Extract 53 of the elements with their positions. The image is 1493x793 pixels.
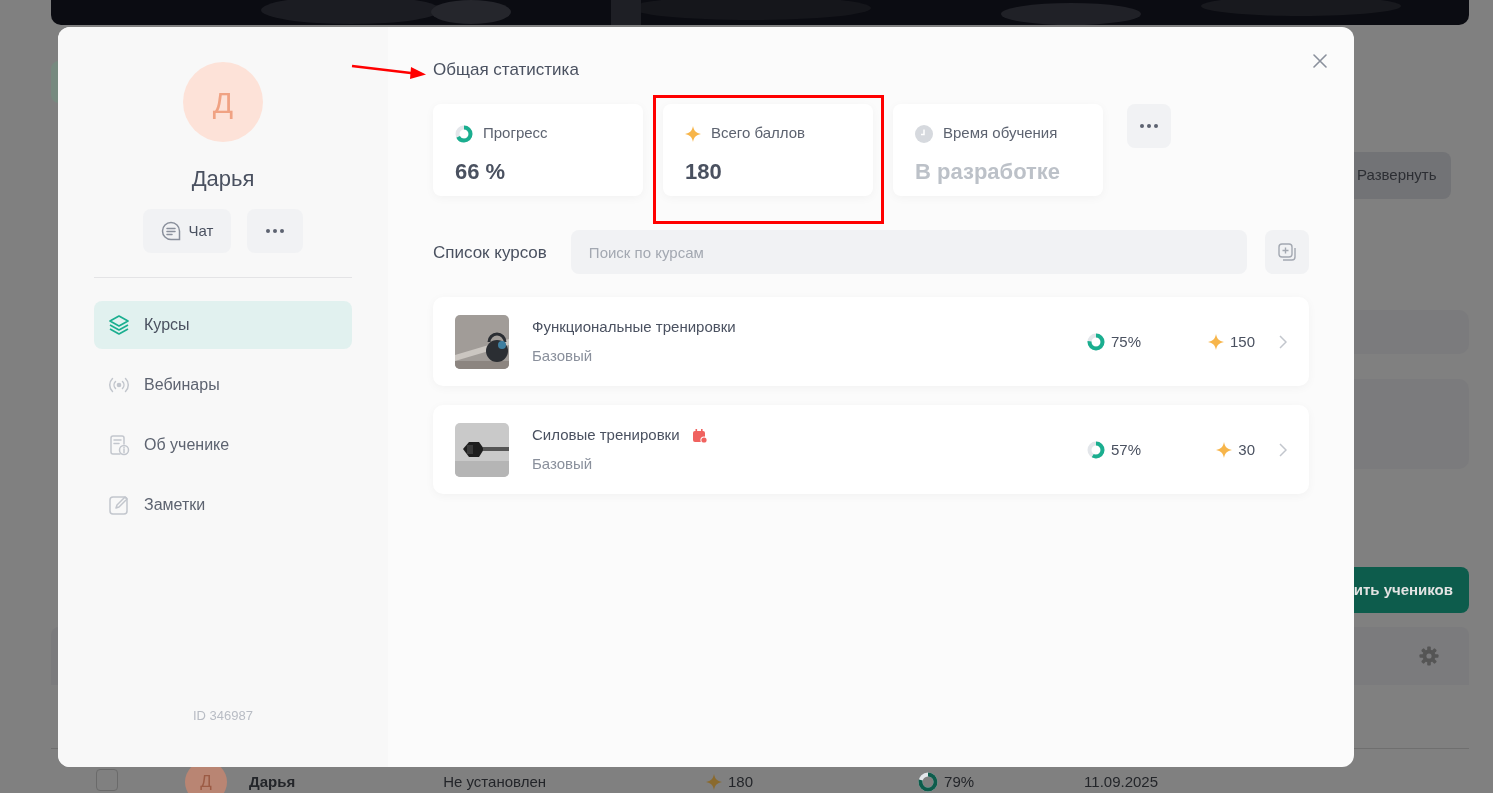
star-icon [1207,333,1224,350]
stat-label: Всего баллов [711,123,806,144]
sidebar-item[interactable]: Заметки [94,481,352,529]
document-info-icon [108,434,130,456]
status-text: Не установлен [443,772,547,792]
date-text: 11.09.2025 [1084,772,1159,792]
progress-value: 75% [1111,331,1142,352]
stat-label: Прогресс [483,123,548,144]
progress-value: 57% [1111,439,1142,460]
id-text: ID 346987 [193,706,253,725]
course-title: Силовые тренировки [532,425,680,446]
chat-button[interactable]: Чат [142,209,232,253]
star-icon [685,125,701,142]
sidebar-item[interactable]: Об ученике [94,421,352,469]
progress-ring [918,772,939,793]
star-icon [706,774,723,791]
stat-value: В разработке [915,157,1062,186]
stat-label: Время обучения [943,123,1058,144]
stat-value: 66 % [455,157,507,186]
more-icon [1140,124,1158,129]
search-field[interactable]: Поиск по курсам [570,230,1247,275]
course-level: Базовый [532,453,594,474]
avatar: Д [183,62,263,142]
points-value: 180 [728,772,754,792]
section-title: Общая статистика [433,60,580,81]
progress-value: 79% [944,772,975,792]
edit-icon [108,494,130,516]
sidebar-item[interactable]: Вебинары [94,361,352,409]
star-icon [1216,441,1233,458]
close-icon[interactable] [1313,54,1327,68]
student-name: Дарья [249,772,296,792]
points-value: 150 [1229,331,1255,352]
course-title: Функциональные тренировки [532,317,736,338]
chat-icon [160,221,181,241]
add-copy-icon [1277,242,1297,263]
progress-ring [455,124,473,143]
points-value: 30 [1238,439,1255,460]
chevron-right-icon[interactable] [1279,334,1287,349]
chevron-right-icon[interactable] [1279,442,1287,457]
progress-ring [1087,440,1105,459]
more-icon [266,229,285,233]
profile-name: Дарья [191,165,255,193]
clock-icon [915,124,933,143]
sidebar-item[interactable]: Курсы [94,301,352,349]
section-title: Список курсов [433,241,547,264]
layers-icon [108,314,130,336]
more-button[interactable] [1127,104,1171,149]
add-course-button[interactable] [1265,230,1309,275]
course-level: Базовый [532,345,594,366]
settings-icon[interactable] [1419,646,1439,666]
progress-ring [1087,332,1105,351]
more-button[interactable] [247,209,304,253]
stat-value: 180 [685,157,723,186]
